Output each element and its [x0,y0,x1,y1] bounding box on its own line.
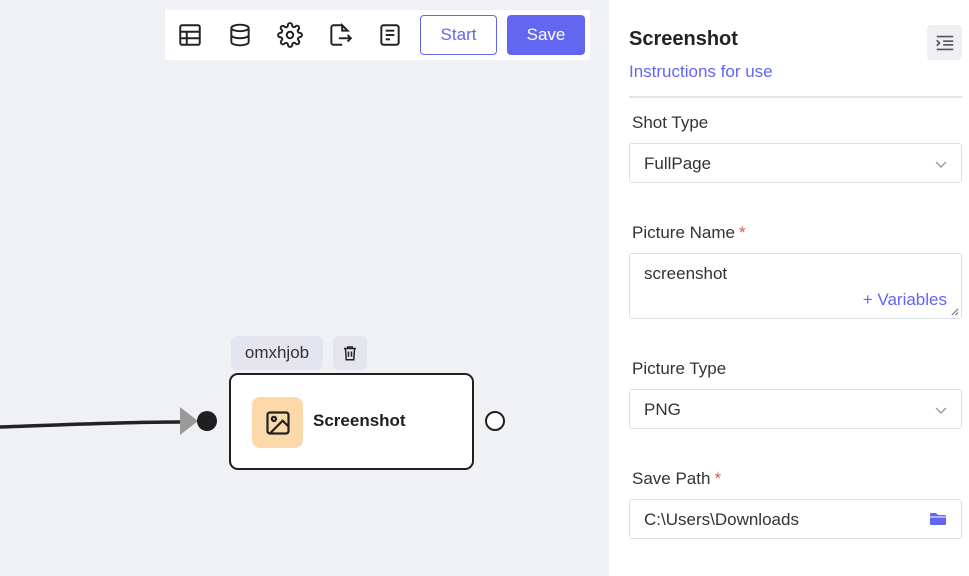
save-path-input[interactable]: C:\Users\Downloads [629,499,962,539]
required-mark: * [714,469,722,488]
image-icon [265,410,290,435]
picture-name-value: screenshot [644,264,728,283]
export-file-icon[interactable] [327,22,353,48]
picture-type-select[interactable]: PNG [629,389,962,429]
canvas-toolbar: Start Save [165,10,590,60]
document-icon[interactable] [377,22,403,48]
chevron-down-icon [935,161,947,168]
output-port[interactable] [485,411,505,431]
panel-divider [629,96,962,98]
indent-icon [935,35,953,50]
save-button[interactable]: Save [507,15,585,55]
screenshot-node[interactable]: Screenshot [229,373,474,470]
save-path-label: Save Path * [632,469,722,488]
start-button[interactable]: Start [420,15,497,55]
panel-title: Screenshot [629,28,738,50]
node-title: Screenshot [313,411,406,430]
picture-type-label: Picture Type [632,359,727,378]
delete-node-button[interactable] [333,336,367,370]
save-path-value: C:\Users\Downloads [644,510,799,529]
required-mark: * [738,223,746,242]
trash-icon [344,346,356,361]
workflow-canvas[interactable]: Start Save omxhjob Screenshot [0,0,609,576]
settings-icon[interactable] [277,22,303,48]
picture-name-textarea[interactable]: screenshot + Variables [629,253,962,319]
folder-icon[interactable] [929,511,947,527]
database-icon[interactable] [227,22,253,48]
instructions-link[interactable]: Instructions for use [629,62,773,82]
shot-type-select[interactable]: FullPage [629,143,962,183]
picture-name-label: Picture Name * [632,223,746,242]
add-variables-link[interactable]: + Variables [863,290,947,310]
connection-edge[interactable] [0,380,230,460]
chevron-down-icon [935,407,947,414]
node-icon-container [252,397,303,448]
node-id-label: omxhjob [231,336,323,370]
shot-type-value: FullPage [644,154,712,173]
shot-type-label: Shot Type [632,113,709,132]
resize-handle-icon[interactable] [950,307,959,316]
collapse-panel-button[interactable] [927,25,962,60]
picture-type-value: PNG [644,400,681,419]
input-port[interactable] [197,411,217,431]
table-icon[interactable] [177,22,203,48]
properties-panel: Screenshot Instructions for use Shot Typ… [609,0,969,576]
